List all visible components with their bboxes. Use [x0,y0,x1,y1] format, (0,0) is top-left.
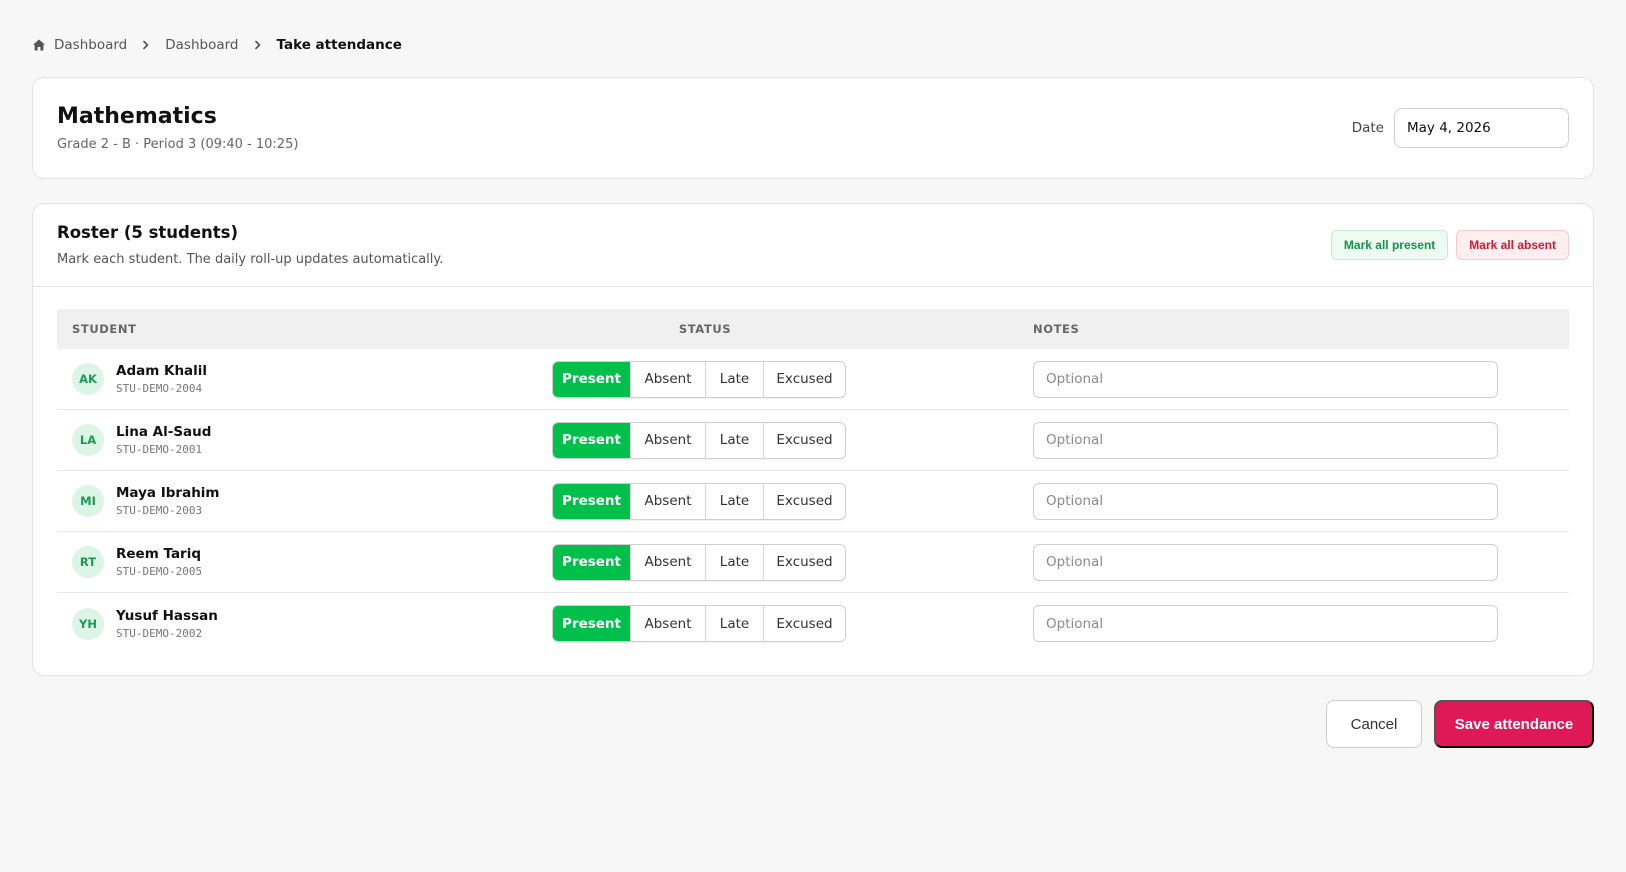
avatar: MI [72,485,104,517]
student-cell: YH Yusuf Hassan STU-DEMO-2002 [57,607,552,640]
status-cell: Present Absent Late Excused [552,360,1033,398]
cancel-button[interactable]: Cancel [1326,700,1422,748]
student-name: Lina Al-Saud [116,424,212,440]
notes-input[interactable] [1033,360,1498,398]
status-option-late[interactable]: Late [706,361,764,397]
notes-input[interactable] [1033,605,1498,642]
status-option-excused[interactable]: Excused [764,422,845,458]
class-header-card: Mathematics Grade 2 - B · Period 3 (09:4… [32,77,1594,179]
bulk-actions: Mark all present Mark all absent [1330,230,1569,260]
notes-input[interactable] [1033,421,1498,459]
page: Dashboard Dashboard Take attendance Math… [0,0,1626,748]
table-row: RT Reem Tariq STU-DEMO-2005 Present Absen… [57,532,1569,593]
status-option-late[interactable]: Late [706,544,764,580]
notes-cell [1033,360,1569,398]
status-option-absent[interactable]: Absent [631,361,706,397]
student-name: Reem Tariq [116,546,202,562]
table-header: STUDENT STATUS NOTES [57,309,1569,349]
roster-title: Roster (5 students) [57,223,239,242]
notes-input[interactable] [1033,543,1498,581]
notes-cell [1033,421,1569,459]
status-option-absent[interactable]: Absent [631,422,706,458]
breadcrumb-dashboard-1[interactable]: Dashboard [54,37,127,53]
breadcrumb-current: Take attendance [276,37,402,53]
roster-header: Roster (5 students) Mark each student. T… [33,204,1593,287]
student-cell: MI Maya Ibrahim STU-DEMO-2003 [57,485,552,517]
status-segmented-control: Present Absent Late Excused [552,360,846,398]
status-option-excused[interactable]: Excused [764,361,845,397]
student-id: STU-DEMO-2004 [116,382,203,395]
status-option-absent[interactable]: Absent [631,544,706,580]
student-name: Maya Ibrahim [116,485,220,501]
date-input[interactable]: May 4, 2026 [1394,108,1569,148]
status-option-late[interactable]: Late [706,606,764,641]
breadcrumb-dashboard-2[interactable]: Dashboard [165,37,238,53]
class-title: Mathematics [57,104,217,129]
status-option-late[interactable]: Late [706,483,764,519]
notes-cell [1033,482,1569,520]
home-icon[interactable] [32,38,46,52]
student-cell: RT Reem Tariq STU-DEMO-2005 [57,546,552,578]
status-cell: Present Absent Late Excused [552,605,1033,642]
column-status: STATUS [678,322,732,336]
status-option-excused[interactable]: Excused [764,483,845,519]
avatar: AK [72,363,104,395]
status-option-present[interactable]: Present [553,544,631,580]
roster-subtitle: Mark each student. The daily roll-up upd… [57,252,444,267]
status-segmented-control: Present Absent Late Excused [552,482,846,520]
status-segmented-control: Present Absent Late Excused [552,421,846,459]
save-attendance-button[interactable]: Save attendance [1434,700,1594,748]
mark-all-present-button[interactable]: Mark all present [1330,230,1449,260]
date-field-group: Date May 4, 2026 [1352,108,1569,148]
avatar: LA [72,424,104,456]
status-option-present[interactable]: Present [553,361,631,397]
chevron-right-icon [253,40,263,50]
notes-input[interactable] [1033,482,1498,520]
roster-card: Roster (5 students) Mark each student. T… [32,203,1594,676]
column-notes: NOTES [1033,322,1080,336]
table-row: AK Adam Khalil STU-DEMO-2004 Present Abse… [57,349,1569,410]
status-option-excused[interactable]: Excused [764,544,845,580]
status-segmented-control: Present Absent Late Excused [552,543,846,581]
avatar: YH [72,607,104,640]
status-option-absent[interactable]: Absent [631,483,706,519]
status-cell: Present Absent Late Excused [552,421,1033,459]
student-id: STU-DEMO-2003 [116,504,203,517]
breadcrumb: Dashboard Dashboard Take attendance [32,34,1594,56]
notes-cell [1033,543,1569,581]
status-segmented-control: Present Absent Late Excused [552,605,846,642]
student-name: Adam Khalil [116,363,208,379]
table-body: AK Adam Khalil STU-DEMO-2004 Present Abse… [57,349,1569,654]
status-option-late[interactable]: Late [706,422,764,458]
table-row: MI Maya Ibrahim STU-DEMO-2003 Present Abs… [57,471,1569,532]
roster-table: STUDENT STATUS NOTES AK Adam Khalil STU-… [33,287,1593,654]
avatar: RT [72,546,104,578]
status-option-absent[interactable]: Absent [631,606,706,641]
status-option-excused[interactable]: Excused [764,606,845,641]
status-option-present[interactable]: Present [553,422,631,458]
table-row: LA Lina Al-Saud STU-DEMO-2001 Present Abs… [57,410,1569,471]
chevron-right-icon [141,40,151,50]
form-actions: Cancel Save attendance [32,700,1594,748]
status-cell: Present Absent Late Excused [552,482,1033,520]
column-student: STUDENT [72,322,137,336]
class-info: Mathematics Grade 2 - B · Period 3 (09:4… [57,104,298,152]
class-subtitle: Grade 2 - B · Period 3 (09:40 - 10:25) [57,137,299,152]
student-id: STU-DEMO-2005 [116,565,203,578]
student-cell: LA Lina Al-Saud STU-DEMO-2001 [57,424,552,456]
status-option-present[interactable]: Present [553,483,631,519]
table-row: YH Yusuf Hassan STU-DEMO-2002 Present Abs… [57,593,1569,654]
status-cell: Present Absent Late Excused [552,543,1033,581]
mark-all-absent-button[interactable]: Mark all absent [1456,230,1569,260]
student-cell: AK Adam Khalil STU-DEMO-2004 [57,363,552,395]
student-name: Yusuf Hassan [116,607,218,624]
notes-cell [1033,605,1569,642]
date-label: Date [1351,120,1384,136]
student-id: STU-DEMO-2001 [116,443,203,456]
student-id: STU-DEMO-2002 [116,626,203,640]
status-option-present[interactable]: Present [553,606,631,641]
